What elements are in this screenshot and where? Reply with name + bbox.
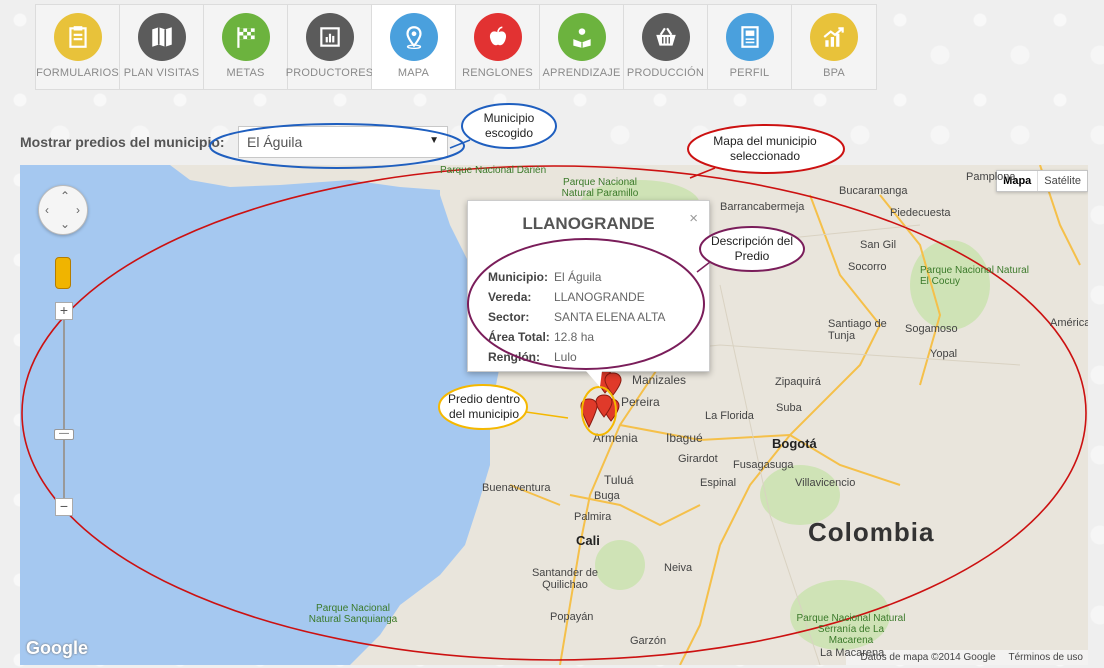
annotation-municipio: Municipio escogido bbox=[483, 111, 535, 140]
annotation-overlay bbox=[209, 103, 845, 430]
annotation-mapa: Mapa del municipio seleccionado bbox=[713, 134, 817, 163]
annotation-predio: Predio dentro del municipio bbox=[447, 392, 521, 421]
annotation-descripcion: Descripción del Predio bbox=[710, 234, 794, 263]
